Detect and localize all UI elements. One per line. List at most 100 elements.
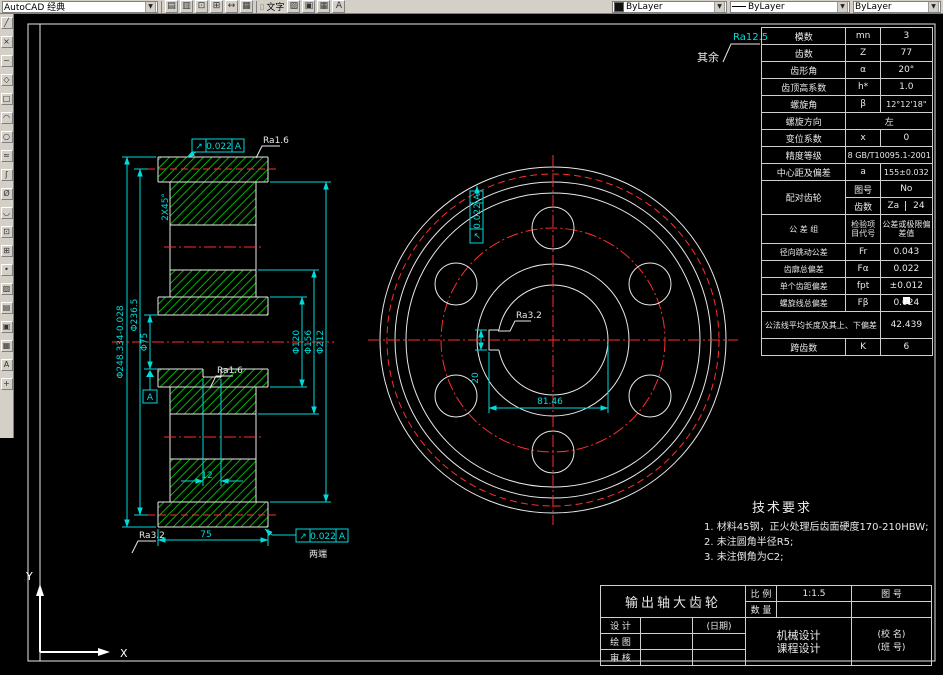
lineweight-control[interactable]: ByLayer ▼: [853, 0, 941, 13]
point-tool-button[interactable]: •: [0, 264, 13, 276]
add-selected-tool-button[interactable]: +: [0, 378, 13, 390]
param-symbol: α: [845, 61, 881, 79]
class-no: (班 号): [877, 642, 906, 653]
block-make-tool-button[interactable]: ⊞: [210, 0, 223, 13]
datum-label: A: [147, 393, 154, 403]
construction-line-tool-button[interactable]: ×: [0, 36, 13, 48]
runout-datum: A: [339, 532, 346, 542]
figure-no-value: [851, 601, 932, 618]
revision-cloud-tool-button[interactable]: ≈: [0, 150, 13, 162]
rectangle-tool-button[interactable]: □: [0, 93, 13, 105]
param-value: 左: [845, 112, 933, 130]
tolerance-group-header: 公 差 组: [760, 214, 847, 244]
param-value: 155±0.032: [879, 163, 934, 181]
param-symbol: Za: [887, 201, 900, 211]
param-symbol: x: [845, 129, 881, 147]
design-label: 设 计: [600, 617, 641, 634]
runout-tolerance-frame-bottom: ↗ 0.022 A 两端: [264, 528, 349, 560]
dim-keyway-depth-front: 81.46: [537, 397, 563, 407]
ucs-x-label: X: [120, 647, 128, 660]
insert-block-tool-button[interactable]: ⊡: [0, 226, 13, 238]
polygon-tool-button[interactable]: ◇: [0, 74, 13, 86]
roughness-value: Ra3.2: [139, 531, 165, 541]
param-value: ±0.012: [879, 277, 934, 295]
region-tool-button[interactable]: ▣: [0, 321, 13, 333]
hatch-tool-button[interactable]: ▨: [0, 283, 13, 295]
line-tool-button[interactable]: ╱: [0, 17, 13, 29]
param-value: 0: [879, 129, 934, 147]
text-toolbar-handle[interactable]: ▯ 文字: [260, 0, 284, 13]
linetype-sample-icon: [732, 6, 746, 7]
technical-requirements: 技术要求 1. 材料45钢，正火处理后齿面硬度170-210HBW; 2. 未注…: [704, 497, 929, 565]
param-symbol: Fβ: [845, 294, 881, 312]
bolt-hole: [628, 374, 672, 418]
polyline-tool-button[interactable]: ~: [0, 55, 13, 67]
param-label: 螺旋线总偏差: [760, 294, 847, 312]
arc-tool-button[interactable]: ◠: [0, 112, 13, 124]
hatch-area: [170, 270, 256, 297]
gradient-tool-button[interactable]: ▤: [0, 302, 13, 314]
school-name: (校 名): [877, 629, 906, 640]
dim-hub-diameter: Φ120: [292, 330, 302, 355]
param-symbol: fpt: [845, 277, 881, 295]
param-label: 变位系数: [760, 129, 847, 147]
dim-style-tool-button[interactable]: ↔: [225, 0, 238, 13]
draw-label: 绘 图: [600, 633, 641, 650]
roughness-value: Ra1.6: [263, 136, 289, 146]
param-symbol: h*: [845, 78, 881, 96]
multiline-text-tool-button[interactable]: A: [332, 0, 346, 13]
runout-tolerance-frame-top: ↗ 0.022 A: [186, 138, 245, 158]
param-value: 42.439: [879, 311, 934, 339]
title-block: 输出轴大齿轮 比 例 1:1.5 图 号 数 量 设 计 (日期) 机械设计 课…: [600, 585, 932, 666]
table-tool-button[interactable]: ▦: [317, 0, 331, 13]
region-tool-button[interactable]: ▣: [302, 0, 316, 13]
gear-parameter-table: 模数 mn 3 齿数 Z 77 齿形角 α 20° 齿顶高系数 h* 1.0 螺旋角 β 12°12…: [760, 27, 934, 356]
param-value: 24: [905, 201, 931, 211]
param-value: 77: [879, 44, 934, 62]
hatch-tool-button[interactable]: ▨: [287, 0, 301, 13]
draw-toolbar: ╱ × ~ ◇ □ ◠ ○ ≈ ʃ Ø ◡ ⊡ ⊞ • ▨ ▤ ▣ ▦ A +: [0, 14, 14, 438]
linetype-control[interactable]: ByLayer ▼: [730, 0, 850, 13]
both-ends-note: 两端: [309, 548, 327, 560]
circle-tool-button[interactable]: ○: [0, 131, 13, 143]
scale-value: 1:1.5: [776, 585, 852, 602]
ellipse-arc-tool-button[interactable]: ◡: [0, 207, 13, 219]
table-style-tool-button[interactable]: ▦: [240, 0, 253, 13]
design-name: [640, 617, 693, 634]
roughness-value: Ra1.6: [217, 366, 243, 376]
hatch-area: [158, 369, 203, 387]
make-block-tool-button[interactable]: ⊞: [0, 245, 13, 257]
workspace-value: AutoCAD 经典: [4, 3, 66, 13]
param-label: 齿顶高系数: [760, 78, 847, 96]
chevron-down-icon: ▼: [928, 1, 939, 12]
school-class: (校 名) (班 号): [851, 617, 932, 666]
surface-roughness-icon: [255, 145, 280, 159]
ellipse-tool-button[interactable]: Ø: [0, 188, 13, 200]
table-tool-button[interactable]: ▦: [0, 340, 13, 352]
param-symbol: K: [845, 338, 881, 356]
markup-tool-button[interactable]: ▥: [180, 0, 193, 13]
param-label: 齿数: [760, 44, 847, 62]
runout-value: 0.022: [310, 532, 336, 542]
roughness-value: Ra3.2: [516, 311, 542, 321]
block-insert-tool-button[interactable]: ⊡: [195, 0, 208, 13]
param-label: 公法线平均长度及其上、下偏差: [761, 311, 881, 339]
part-name: 输出轴大齿轮: [600, 585, 746, 618]
workspace-combo[interactable]: AutoCAD 经典 ▼: [2, 0, 158, 13]
surface-roughness-icon: [131, 540, 156, 554]
toolbar-separator: [161, 0, 162, 13]
dim-pitch-diameter: Φ236.5: [130, 299, 140, 332]
param-symbol: a: [845, 163, 881, 181]
spline-tool-button[interactable]: ʃ: [0, 169, 13, 181]
sheet-set-tool-button[interactable]: ▤: [165, 0, 178, 13]
runout-icon: ↗: [195, 142, 203, 152]
multiline-text-tool-button[interactable]: A: [0, 359, 13, 371]
param-label: 精度等级: [760, 146, 847, 164]
surface-roughness-icon: [722, 43, 760, 63]
param-sublabel: 齿数: [845, 197, 881, 215]
runout-value: 0.022: [206, 142, 232, 152]
color-control[interactable]: ByLayer ▼: [612, 0, 727, 13]
param-value: 3: [879, 27, 934, 45]
param-symbol: β: [845, 95, 881, 113]
dim-bore-diameter: Φ75: [140, 333, 150, 352]
